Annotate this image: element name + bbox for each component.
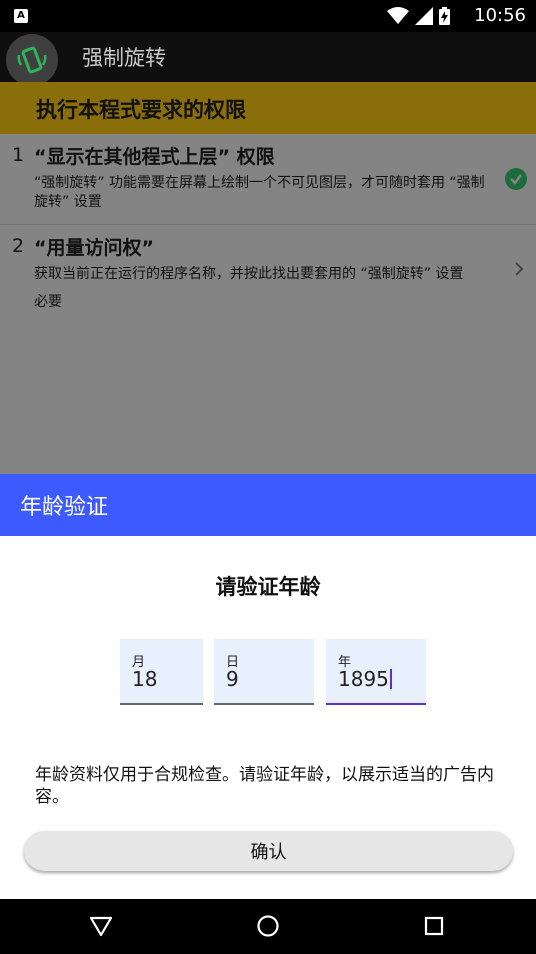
- status-icons: [387, 7, 450, 25]
- signal-icon: [415, 7, 433, 25]
- month-field[interactable]: 月 18: [120, 639, 203, 705]
- month-value: 18: [132, 667, 158, 691]
- permission-header-title: 执行本程式要求的权限: [36, 98, 246, 122]
- permission-description: 获取当前正在运行的程序名称，并按此找出要套用的 “强制旋转” 设置: [34, 266, 464, 282]
- permission-required-label: 必要: [34, 294, 62, 310]
- battery-charging-icon: [439, 7, 450, 25]
- permission-item-overlay[interactable]: 1 “显示在其他程式上层” 权限 “强制旋转” 功能需要在屏幕上绘制一个不可见图…: [0, 134, 536, 225]
- day-value: 9: [226, 667, 239, 691]
- dialog-prompt: 请验证年龄: [215, 575, 321, 599]
- permission-title: “显示在其他程式上层” 权限: [34, 146, 275, 168]
- year-field[interactable]: 年 1895: [326, 639, 426, 705]
- app-bar: 强制旋转: [0, 32, 536, 86]
- chevron-right-icon: [515, 262, 524, 276]
- app-title: 强制旋转: [82, 46, 166, 70]
- permission-title: “用量访问权”: [34, 237, 154, 259]
- navigation-bar: [0, 899, 536, 954]
- wifi-icon: [387, 7, 409, 24]
- check-circle-icon: [505, 168, 527, 190]
- status-bar: A 10:56: [0, 0, 536, 32]
- dialog-title: 年龄验证: [20, 495, 109, 520]
- day-field[interactable]: 日 9: [214, 639, 314, 705]
- permission-list: 1 “显示在其他程式上层” 权限 “强制旋转” 功能需要在屏幕上绘制一个不可见图…: [0, 134, 536, 474]
- text-cursor: [389, 669, 392, 689]
- permission-description: “强制旋转” 功能需要在屏幕上绘制一个不可见图层，才可随时套用 “强制旋转” 设…: [34, 175, 485, 210]
- age-verification-dialog: 年龄验证 请验证年龄 月 18 日 9 年 1895 年龄资料仅用于合规检查。请…: [0, 474, 536, 899]
- permission-header: 执行本程式要求的权限: [0, 82, 536, 134]
- dialog-header: 年龄验证: [0, 474, 536, 536]
- permission-item-usage-access[interactable]: 2 “用量访问权” 获取当前正在运行的程序名称，并按此找出要套用的 “强制旋转”…: [0, 225, 536, 325]
- back-icon[interactable]: [89, 914, 113, 938]
- disclaimer-text: 年龄资料仅用于合规检查。请验证年龄，以展示适当的广告内容。: [35, 765, 494, 807]
- status-time: 10:56: [474, 5, 526, 26]
- screen: A 10:56 强制旋转 执行本程式要求的权限 1 “显示在其他程式上层” 权限…: [0, 0, 536, 954]
- year-value: 1895: [338, 667, 389, 691]
- permission-number: 2: [12, 235, 25, 257]
- notification-app-icon: A: [14, 9, 28, 23]
- year-value-wrap: 1895: [338, 667, 392, 691]
- home-icon[interactable]: [256, 914, 280, 938]
- confirm-button[interactable]: 确认: [24, 831, 513, 871]
- permission-number: 1: [12, 144, 25, 166]
- rotate-phone-icon[interactable]: [6, 34, 58, 86]
- recents-icon[interactable]: [424, 916, 444, 936]
